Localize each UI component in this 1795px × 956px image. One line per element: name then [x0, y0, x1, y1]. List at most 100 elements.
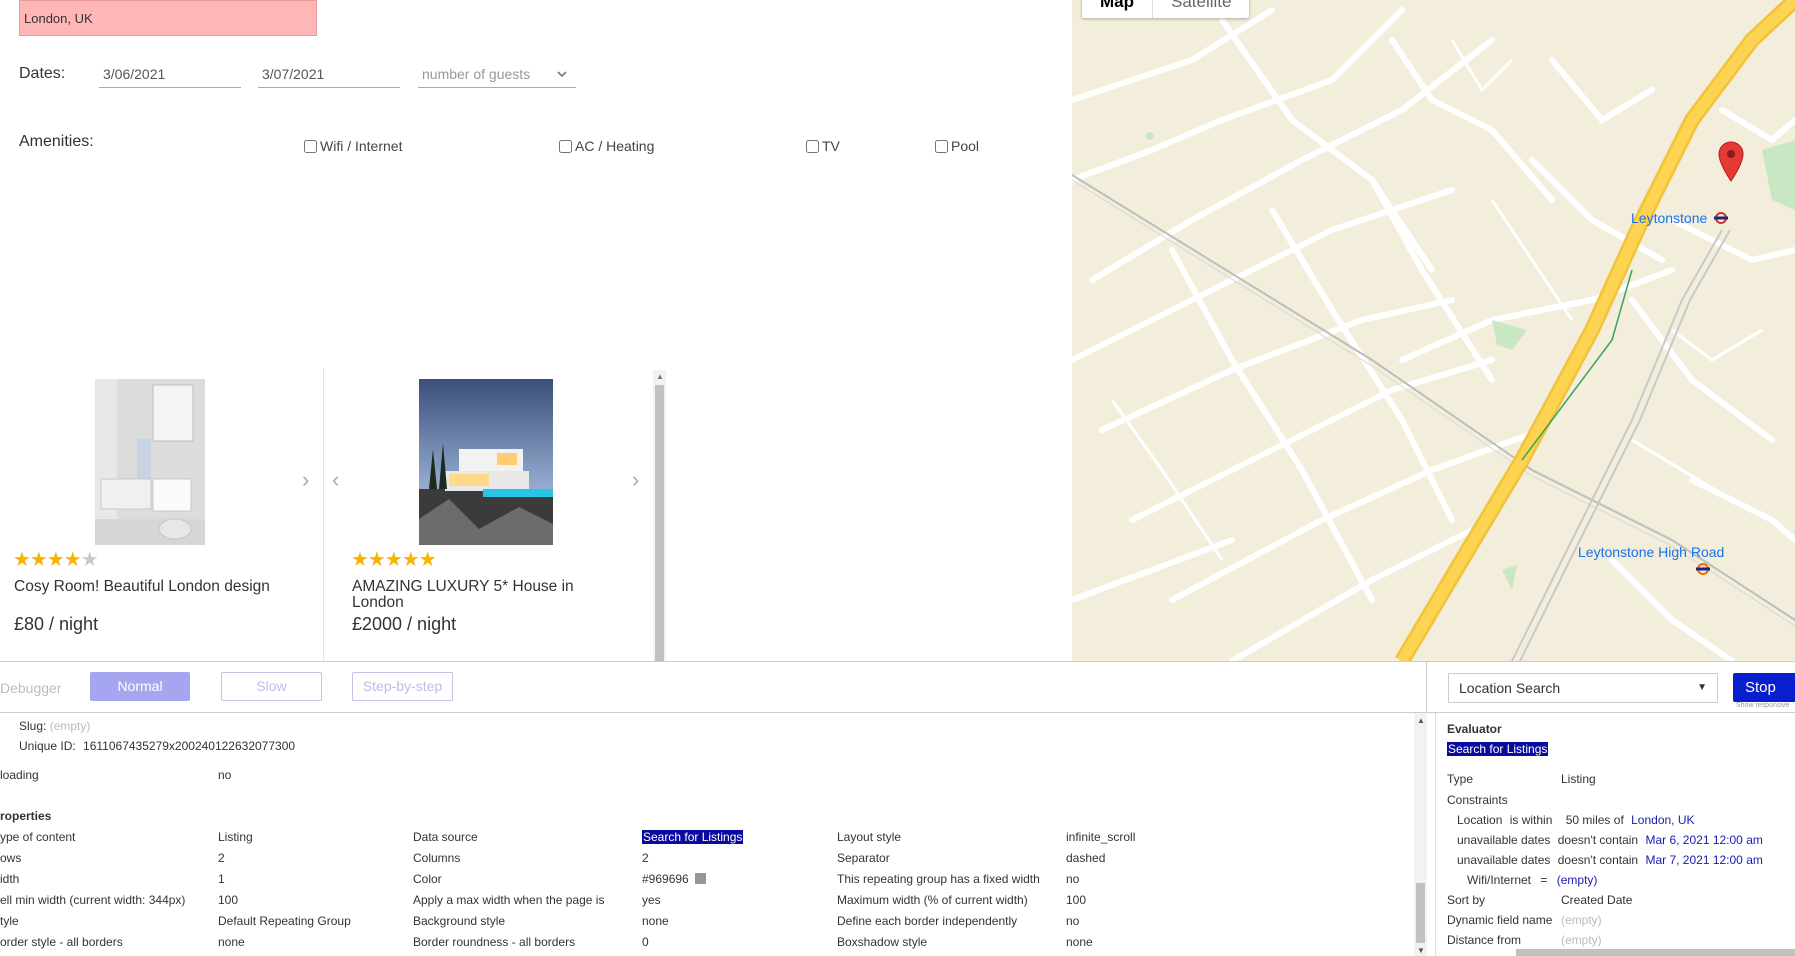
- check-out-date-input[interactable]: 3/07/2021: [258, 64, 400, 88]
- map-canvas[interactable]: [1072, 0, 1795, 661]
- prop-value: 0: [642, 935, 649, 949]
- amenity-tv[interactable]: TV: [806, 138, 840, 154]
- type-label: Type: [1447, 772, 1474, 786]
- prop-value: yes: [642, 893, 661, 907]
- inspector-scrollbar-thumb[interactable]: [1416, 883, 1425, 943]
- slug-row: Slug: (empty): [19, 719, 90, 733]
- constraint-value[interactable]: Mar 6, 2021 12:00 am: [1645, 833, 1762, 847]
- listings-scrollbar-thumb[interactable]: [655, 385, 664, 662]
- amenity-label: Pool: [951, 138, 980, 154]
- prop-value: Listing: [218, 830, 253, 844]
- unique-id-label: Unique ID:: [19, 739, 76, 753]
- listing-photo: [419, 379, 553, 545]
- chevron-right-icon[interactable]: ›: [302, 467, 309, 493]
- prop-value: 2: [218, 851, 225, 865]
- amenity-label: Wifi / Internet: [320, 138, 403, 154]
- listing-card[interactable]: ★★★★★ Cosy Room! Beautiful London design…: [0, 368, 323, 661]
- unique-id-row: Unique ID: 1611067435279x200240122632077…: [19, 739, 295, 753]
- prop-label: ype of content: [0, 830, 76, 844]
- tv-checkbox[interactable]: [806, 139, 819, 153]
- prop-label: ell min width (current width: 344px): [0, 893, 186, 907]
- prop-label: tyle: [0, 914, 19, 928]
- constraint-value[interactable]: Mar 7, 2021 12:00 am: [1645, 853, 1762, 867]
- prop-value: no: [1066, 914, 1080, 928]
- color-value: #969696: [642, 872, 689, 886]
- workflow-select[interactable]: Location Search ▼: [1448, 673, 1718, 703]
- sort-label: Sort by: [1447, 893, 1486, 907]
- caret-down-icon: ▼: [1697, 682, 1707, 693]
- properties-heading: roperties: [0, 809, 52, 823]
- data-source-expression[interactable]: Search for Listings: [642, 830, 744, 844]
- dates-label: Dates:: [19, 65, 66, 82]
- slug-label: Slug:: [19, 719, 47, 733]
- prop-value: Default Repeating Group: [218, 914, 351, 928]
- amenity-wifi[interactable]: Wifi / Internet: [304, 138, 402, 154]
- scroll-down-icon[interactable]: ▼: [1417, 946, 1425, 955]
- sort-value: Created Date: [1561, 893, 1633, 907]
- constraint-op: =: [1540, 873, 1548, 887]
- amenity-pool[interactable]: Pool: [935, 138, 979, 154]
- mode-step-by-step-button[interactable]: Step-by-step: [352, 672, 453, 701]
- prop-label: Border roundness - all borders: [413, 935, 576, 949]
- listing-title: Cosy Room! Beautiful London design: [14, 578, 270, 595]
- mode-normal-button[interactable]: Normal: [90, 672, 190, 701]
- scroll-up-icon[interactable]: ▲: [1417, 716, 1425, 725]
- constraint-op: doesn't contain: [1557, 853, 1639, 867]
- constraint-value[interactable]: London, UK: [1631, 813, 1694, 827]
- map-view[interactable]: Leytonstone Leytonstone High Road: [1072, 0, 1795, 661]
- chevron-right-icon[interactable]: ›: [632, 467, 639, 493]
- location-input[interactable]: London, UK: [19, 0, 317, 36]
- prop-label: ows: [0, 851, 22, 865]
- chevron-left-icon[interactable]: ‹: [332, 467, 339, 493]
- type-value: Listing: [1561, 772, 1596, 786]
- prop-label: This repeating group has a fixed width: [837, 872, 1040, 886]
- wifi-checkbox[interactable]: [304, 139, 317, 153]
- rating-stars: ★★★★★: [351, 549, 437, 571]
- listing-card[interactable]: ‹ ★★★★★ AMAZING LUXURY 5* House in Londo…: [324, 368, 653, 661]
- prop-value: Search for Listings: [642, 830, 744, 844]
- evaluator-expression[interactable]: Search for Listings: [1447, 742, 1549, 756]
- loading-value: no: [218, 768, 232, 782]
- evaluator-hscrollbar[interactable]: [1516, 949, 1795, 956]
- prop-value: no: [1066, 872, 1080, 886]
- prop-value: 2: [642, 851, 649, 865]
- constraint-extra: 50 miles of: [1565, 813, 1624, 827]
- tab-satellite[interactable]: Satellite: [1152, 0, 1249, 18]
- prop-label: Maximum width (% of current width): [837, 893, 1028, 907]
- prop-value: #969696: [642, 872, 706, 886]
- dynamic-field-value: (empty): [1561, 913, 1602, 927]
- listing-photo: [95, 379, 205, 545]
- prop-label: Data source: [413, 830, 478, 844]
- ac-heating-checkbox[interactable]: [559, 139, 572, 153]
- tab-map[interactable]: Map: [1082, 0, 1152, 18]
- mode-slow-button[interactable]: Slow: [221, 672, 322, 701]
- underground-icon: [1714, 212, 1728, 224]
- prop-label: Define each border independently: [837, 914, 1018, 928]
- guests-placeholder: number of guests: [422, 66, 531, 82]
- element-inspector: Slug: (empty) Unique ID: 1611067435279x2…: [0, 713, 1430, 956]
- check-in-date-input[interactable]: 3/06/2021: [99, 64, 241, 88]
- loading-label: loading: [0, 768, 39, 782]
- amenity-label: TV: [822, 138, 840, 154]
- scroll-up-icon[interactable]: ▲: [656, 372, 664, 381]
- prop-value: none: [642, 914, 669, 928]
- amenities-label: Amenities:: [19, 133, 94, 150]
- stop-button[interactable]: Stop: [1733, 673, 1795, 702]
- distance-label: Distance from: [1447, 933, 1522, 947]
- slug-value: (empty): [49, 719, 91, 733]
- prop-value: 100: [1066, 893, 1087, 907]
- show-responsive-link[interactable]: Show responsive: [1736, 702, 1789, 709]
- color-swatch: [694, 873, 706, 884]
- rating-stars: ★★★★★: [13, 549, 99, 571]
- constraint-op: is within: [1509, 813, 1553, 827]
- constraints-label: Constraints: [1447, 793, 1508, 807]
- prop-label: idth: [0, 872, 20, 886]
- prop-label: Apply a max width when the page is: [413, 893, 605, 907]
- prop-value: 1: [218, 872, 225, 886]
- amenity-ac-heating[interactable]: AC / Heating: [559, 138, 654, 154]
- pool-checkbox[interactable]: [935, 139, 948, 153]
- guests-dropdown[interactable]: number of guests: [418, 64, 576, 88]
- location-pin-icon[interactable]: [1716, 140, 1746, 182]
- prop-label: Color: [413, 872, 442, 886]
- constraint-value[interactable]: (empty): [1557, 873, 1598, 887]
